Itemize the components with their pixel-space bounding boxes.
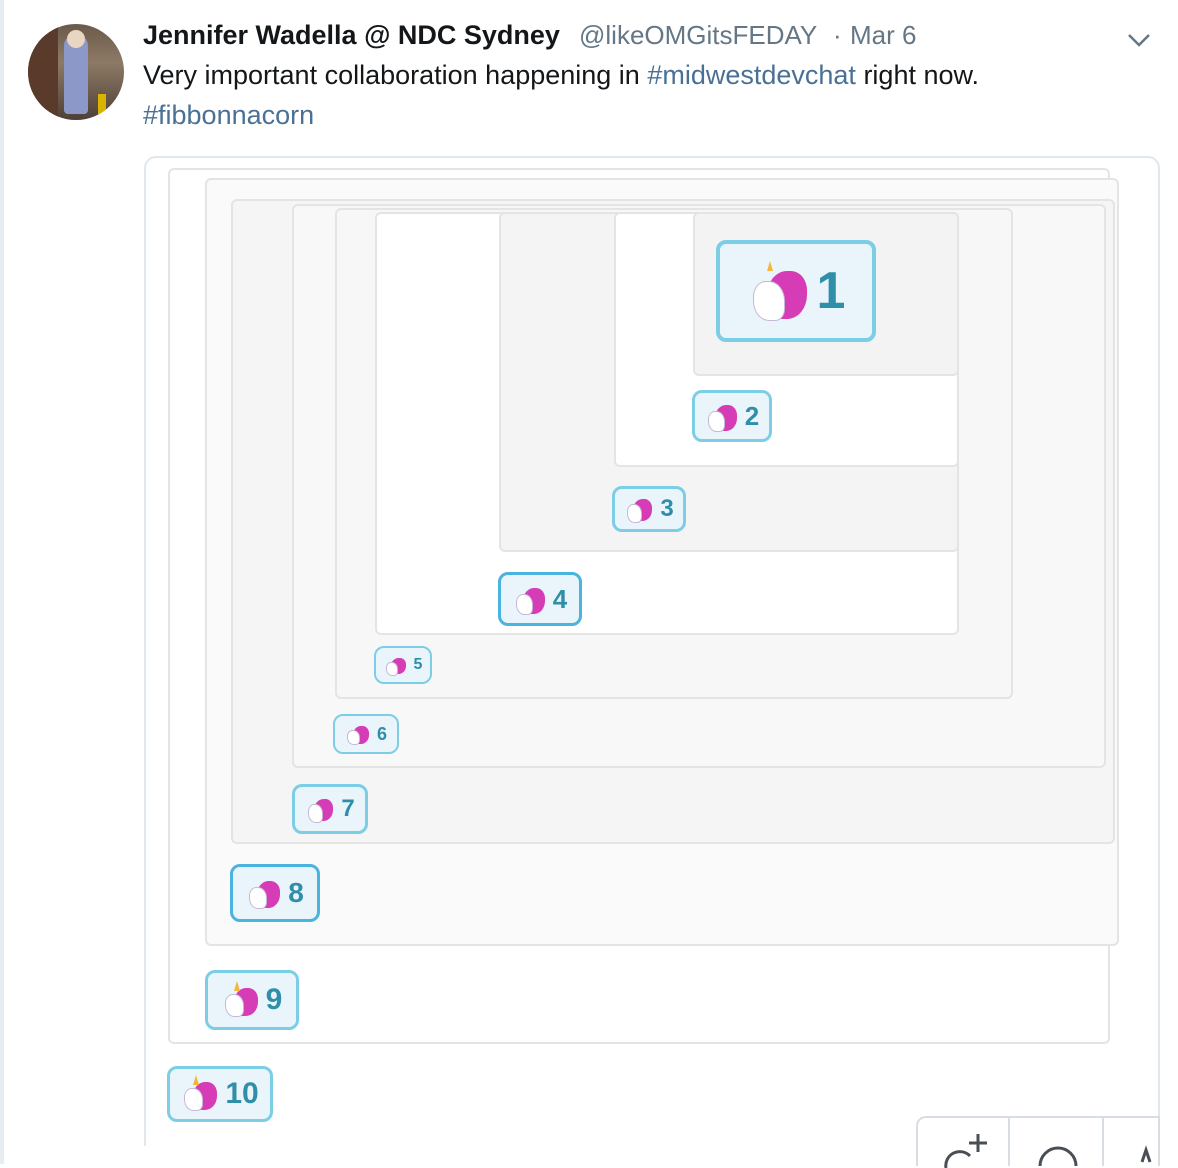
unicorn-icon: [246, 875, 282, 911]
tweet-media[interactable]: 1 2 3 4 5 6 7 8 9 10: [144, 156, 1160, 1146]
add-reaction-icon[interactable]: [940, 1128, 990, 1168]
comment-icon[interactable]: [1036, 1132, 1080, 1166]
reaction-count: 5: [413, 656, 423, 673]
reaction-2[interactable]: 2: [692, 390, 772, 442]
reaction-3[interactable]: 3: [612, 486, 686, 532]
reaction-9[interactable]: 9: [205, 970, 299, 1030]
reaction-count: 6: [376, 723, 387, 744]
tweet-text-before: Very important collaboration happening i…: [143, 60, 648, 90]
meta-separator: ·: [833, 20, 842, 50]
unicorn-icon: [345, 722, 371, 746]
reaction-count: 8: [288, 877, 304, 908]
chevron-down-icon: [1128, 34, 1150, 47]
unicorn-icon: [624, 494, 654, 524]
reaction-4[interactable]: 4: [498, 572, 582, 626]
reaction-6[interactable]: 6: [333, 714, 399, 754]
tweet-text: Very important collaboration happening i…: [143, 60, 979, 91]
hashtag-fibbonnacorn[interactable]: #fibbonnacorn: [143, 100, 314, 130]
reaction-7[interactable]: 7: [292, 784, 368, 834]
reaction-count: 1: [816, 262, 846, 320]
author-name[interactable]: Jennifer Wadella @ NDC Sydney: [143, 20, 560, 51]
unicorn-icon: [513, 582, 547, 616]
more-options-button[interactable]: [1124, 26, 1154, 54]
unicorn-icon: [384, 654, 408, 676]
avatar[interactable]: [28, 24, 124, 120]
tweet-date[interactable]: Mar 6: [850, 20, 916, 51]
more-actions-icon[interactable]: [1118, 1132, 1154, 1166]
timeline-border: [0, 0, 4, 1164]
reaction-count: 2: [744, 400, 760, 431]
reaction-1[interactable]: 1: [716, 240, 876, 342]
unicorn-icon: [747, 259, 811, 323]
reaction-count: 7: [341, 795, 355, 822]
hashtag-midwestdevchat[interactable]: #midwestdevchat: [647, 60, 856, 90]
reaction-count: 10: [225, 1077, 259, 1110]
tweet-text-line2: #fibbonnacorn: [143, 100, 314, 131]
unicorn-icon: [181, 1075, 219, 1113]
reaction-count: 9: [265, 983, 283, 1016]
reaction-8[interactable]: 8: [230, 864, 320, 922]
unicorn-icon: [705, 399, 739, 433]
unicorn-icon: [222, 981, 260, 1019]
reaction-10[interactable]: 10: [167, 1066, 273, 1122]
reaction-count: 3: [660, 495, 674, 522]
reaction-action-bar: [916, 1116, 1160, 1168]
tweet-text-after: right now.: [855, 60, 980, 90]
reaction-5[interactable]: 5: [374, 646, 432, 684]
author-handle[interactable]: @likeOMGitsFEDAY: [579, 20, 817, 51]
unicorn-icon: [305, 794, 335, 824]
screenshot-image: 1 2 3 4 5 6 7 8 9 10: [146, 158, 1158, 1146]
reaction-count: 4: [552, 583, 568, 614]
